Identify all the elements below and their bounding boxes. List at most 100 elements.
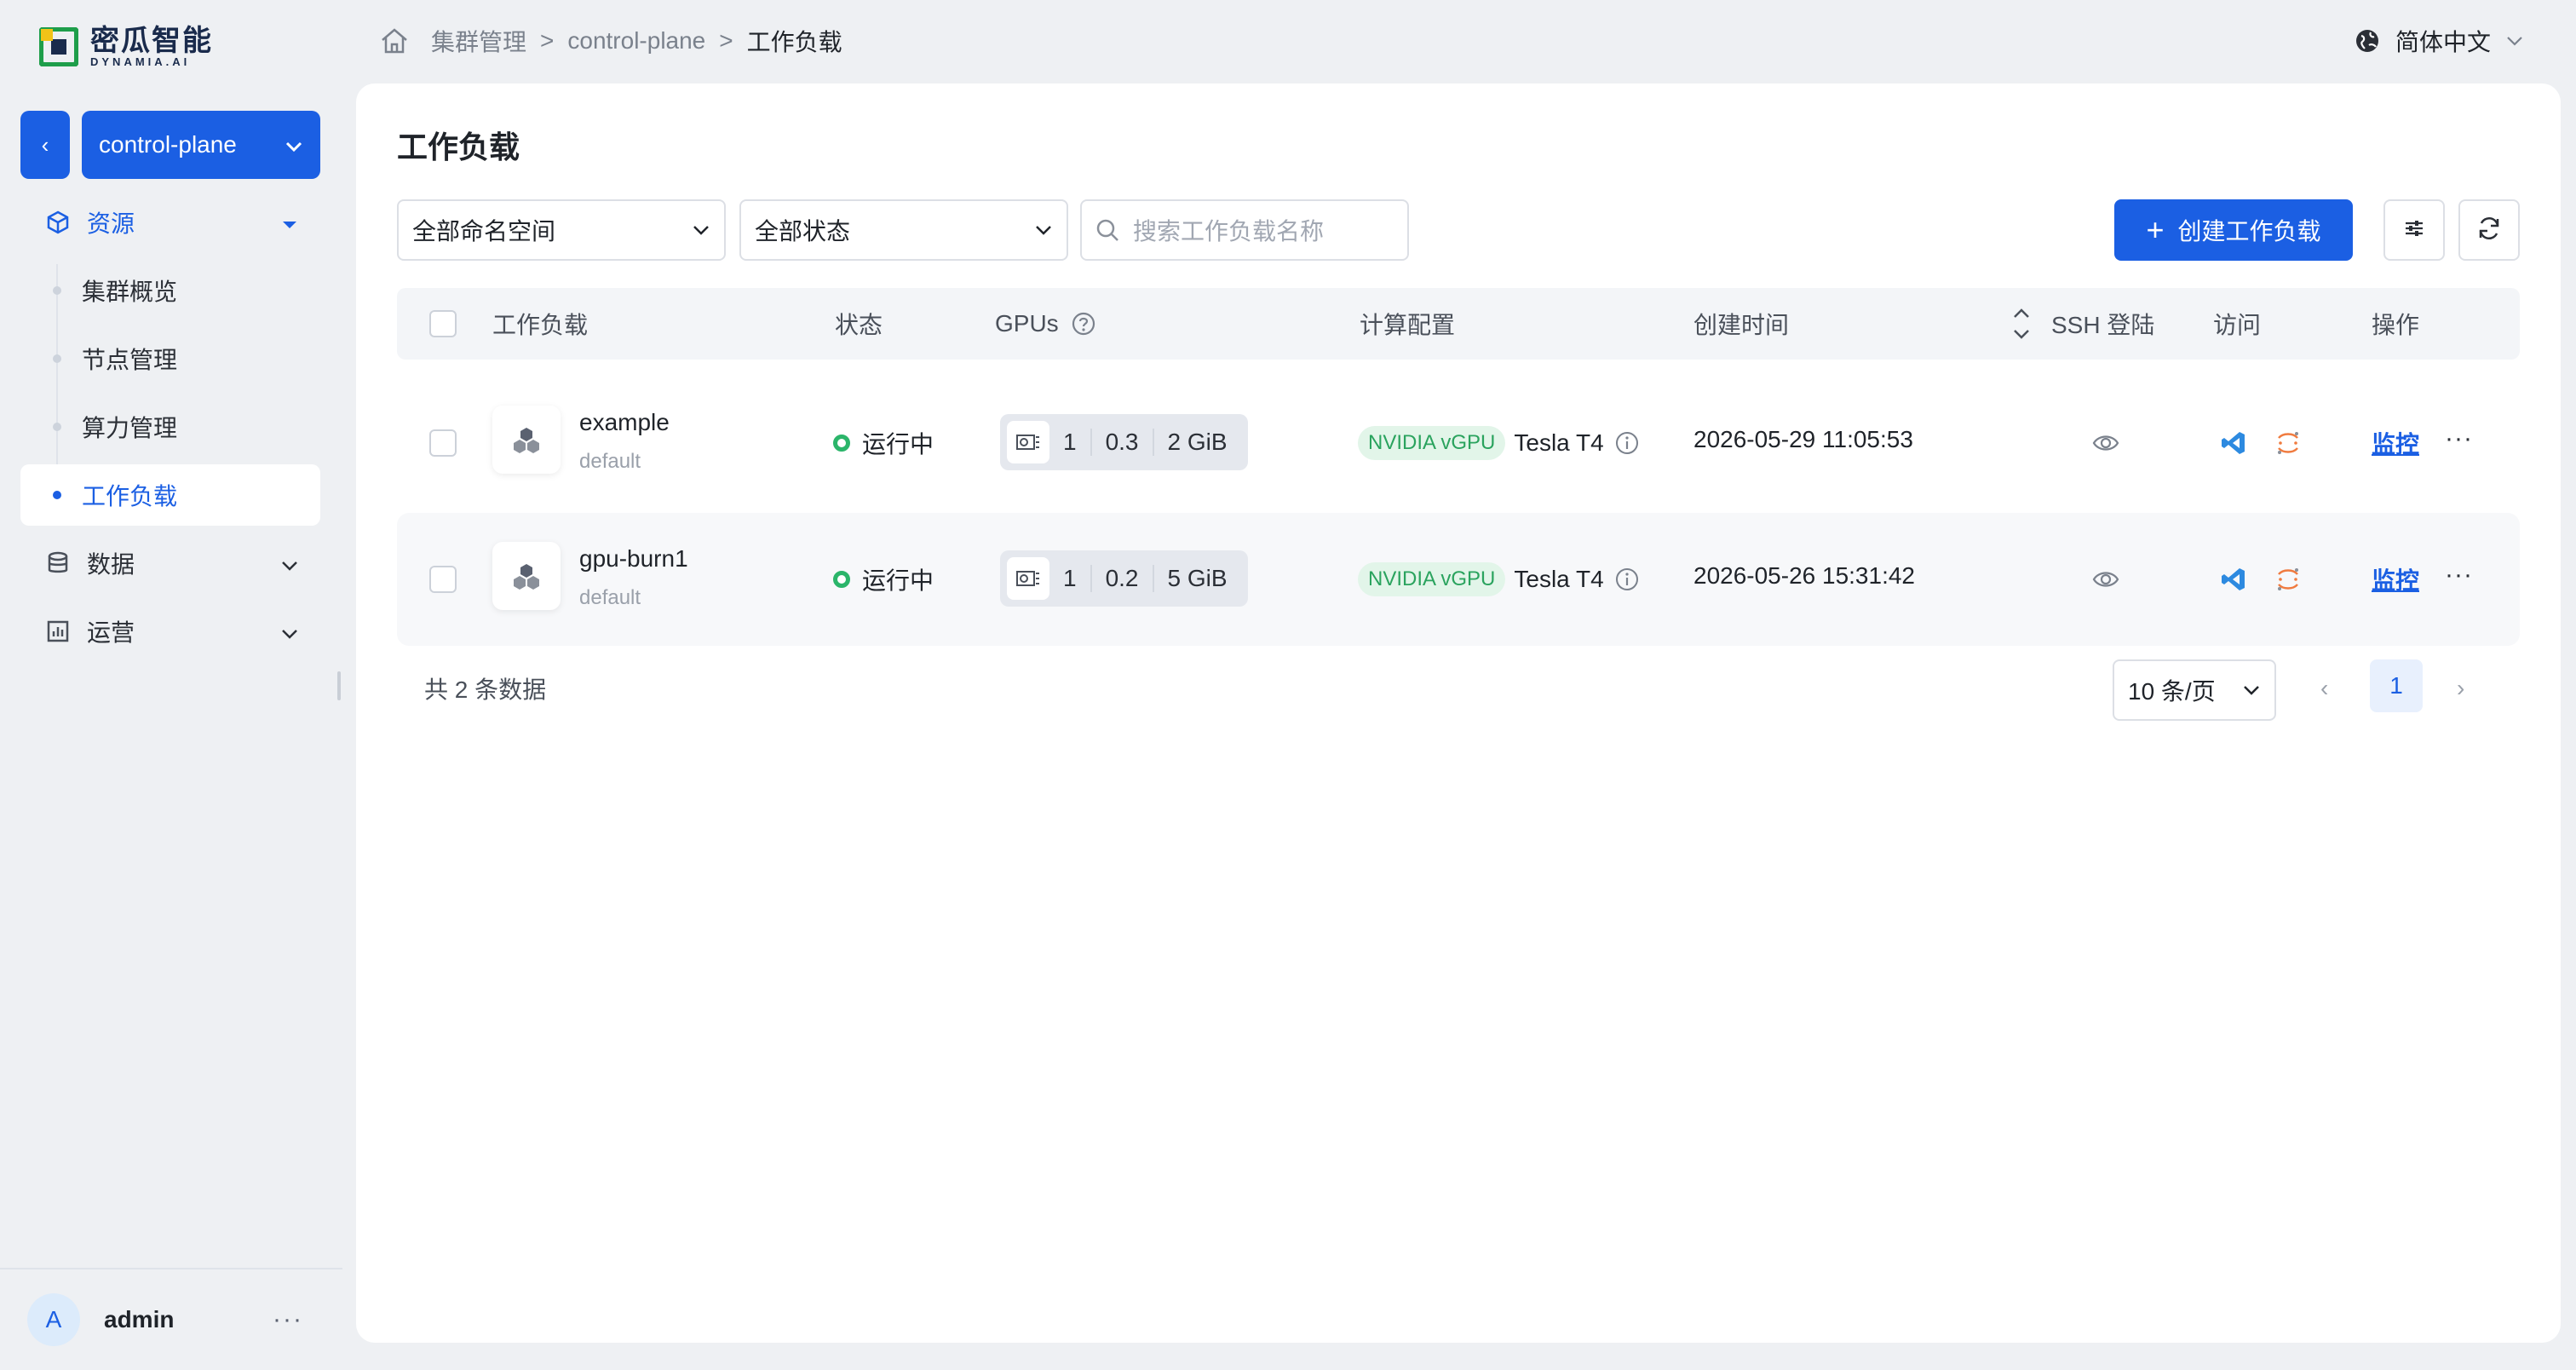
compute-config-cell: NVIDIA vGPU Tesla T4 (1358, 562, 1640, 596)
brand-logo[interactable]: 密瓜智能 DYNAMIA.AI (38, 25, 213, 68)
column-settings-button[interactable] (2383, 199, 2445, 261)
column-header: 状态 (835, 312, 883, 338)
sidebar-resize-handle[interactable] (337, 671, 341, 700)
vscode-icon[interactable] (2220, 566, 2247, 593)
status-running-icon (833, 435, 850, 452)
status-running-icon (833, 571, 850, 588)
status-text: 运行中 (862, 567, 934, 594)
eye-icon[interactable] (2092, 429, 2119, 457)
gpu-allocation: 1 0.2 5 GiB (1000, 550, 1248, 607)
vscode-icon[interactable] (2220, 429, 2247, 457)
row-checkbox[interactable] (429, 429, 457, 457)
brand-name-en: DYNAMIA.AI (90, 55, 191, 68)
bar-chart-icon (46, 619, 72, 643)
sidebar-item-node-management[interactable]: 节点管理 (20, 328, 320, 389)
logo-mark-icon (38, 26, 79, 67)
namespace-filter[interactable]: 全部命名空间 (397, 199, 726, 261)
sidebar-group-resources[interactable]: 资源 (20, 195, 320, 250)
workload-namespace: default (579, 586, 641, 609)
row-more-icon[interactable]: ··· (2445, 561, 2473, 590)
select-all-checkbox[interactable] (429, 310, 457, 337)
create-workload-button[interactable]: + 创建工作负载 (2114, 199, 2353, 261)
sidebar: 密瓜智能 DYNAMIA.AI ‹ control-plane 资源 集群概览 … (0, 0, 342, 1370)
chevron-down-icon (692, 224, 710, 236)
table-row: gpu-burn1 default 运行中 1 0.2 5 GiB NVIDIA… (397, 513, 2520, 646)
status-filter-value: 全部状态 (755, 218, 851, 245)
search-input[interactable]: 搜索工作负载名称 (1080, 199, 1409, 261)
user-more-icon[interactable]: ··· (273, 1305, 303, 1334)
sidebar-group-label: 数据 (87, 551, 135, 578)
info-icon[interactable] (1614, 430, 1640, 456)
workload-name[interactable]: gpu-burn1 (579, 545, 688, 573)
info-icon[interactable] (1614, 567, 1640, 592)
breadcrumb-item[interactable]: 集群管理 (431, 24, 526, 58)
refresh-button[interactable] (2458, 199, 2520, 261)
chevron-left-icon: ‹ (41, 131, 49, 158)
compute-config-cell: NVIDIA vGPU Tesla T4 (1358, 426, 1640, 460)
chevron-down-icon (1034, 224, 1053, 236)
chevron-down-icon (2242, 684, 2261, 696)
column-header-gpus: GPUs (995, 288, 1096, 360)
jupyter-icon[interactable] (2274, 429, 2302, 457)
language-label: 简体中文 (2395, 29, 2491, 55)
table-header: 工作负载 状态 GPUs 计算配置 创建时间 SSH 登陆 访问 操作 (397, 288, 2520, 360)
column-header: 操作 (2372, 312, 2420, 338)
namespace-filter-value: 全部命名空间 (412, 218, 556, 245)
sidebar-item-cluster-overview[interactable]: 集群概览 (20, 260, 320, 321)
eye-icon[interactable] (2092, 566, 2119, 593)
cube-icon (46, 210, 72, 234)
workload-namespace: default (579, 450, 641, 473)
breadcrumb-item[interactable]: control-plane (567, 27, 705, 55)
column-header: 创建时间 (1693, 312, 1790, 338)
gpu-count: 1 (1049, 429, 1092, 456)
page-number-current[interactable]: 1 (2370, 659, 2423, 712)
vendor-badge: NVIDIA vGPU (1358, 562, 1506, 596)
sidebar-group-operations[interactable]: 运营 (20, 604, 320, 659)
database-icon (46, 551, 72, 575)
chevron-down-icon (281, 550, 298, 577)
gpu-memory: 2 GiB (1167, 429, 1228, 455)
status-text: 运行中 (862, 431, 934, 458)
cluster-back-button[interactable]: ‹ (20, 111, 70, 179)
row-checkbox[interactable] (429, 566, 457, 593)
page-title: 工作负载 (397, 130, 520, 164)
sidebar-item-compute-management[interactable]: 算力管理 (20, 396, 320, 458)
gpu-count: 1 (1049, 565, 1092, 592)
monitor-link[interactable]: 监控 (2372, 426, 2419, 460)
home-icon[interactable] (380, 27, 409, 55)
status-filter[interactable]: 全部状态 (739, 199, 1068, 261)
sidebar-item-label: 算力管理 (82, 415, 178, 441)
sort-icon[interactable] (2012, 288, 2031, 360)
next-page-button[interactable]: › (2457, 675, 2464, 702)
workload-name[interactable]: example (579, 409, 670, 436)
workload-icon (492, 406, 561, 474)
chevron-down-icon (281, 618, 298, 645)
gpu-model: Tesla T4 (1514, 429, 1604, 456)
help-icon[interactable] (1071, 311, 1096, 337)
jupyter-icon[interactable] (2274, 566, 2302, 593)
cluster-select-value: control-plane (99, 131, 237, 158)
row-more-icon[interactable]: ··· (2445, 424, 2473, 453)
column-header: 访问 (2213, 312, 2262, 338)
avatar[interactable]: A (27, 1293, 80, 1346)
gpu-allocation: 1 0.3 2 GiB (1000, 414, 1248, 470)
globe-icon (2355, 28, 2380, 54)
sidebar-item-label: 节点管理 (82, 347, 178, 373)
monitor-link[interactable]: 监控 (2372, 562, 2419, 596)
language-switcher[interactable]: 简体中文 (2355, 24, 2523, 58)
cluster-select[interactable]: control-plane (82, 111, 320, 179)
gpu-model: Tesla T4 (1514, 566, 1604, 592)
brand-name-cn: 密瓜智能 (90, 25, 213, 57)
page-size-select[interactable]: 10 条/页 (2113, 659, 2276, 721)
prev-page-button[interactable]: ‹ (2320, 675, 2328, 702)
gpu-card-icon (1007, 421, 1049, 463)
sidebar-item-label: 集群概览 (82, 279, 178, 305)
sidebar-item-label: 工作负载 (82, 483, 178, 509)
search-placeholder: 搜索工作负载名称 (1133, 218, 1325, 245)
sidebar-item-workloads[interactable]: 工作负载 (20, 464, 320, 526)
breadcrumb-separator: > (540, 27, 555, 54)
column-header-label: GPUs (995, 310, 1059, 337)
column-header: SSH 登陆 (2051, 312, 2155, 338)
sidebar-group-data[interactable]: 数据 (20, 536, 320, 590)
created-time: 2026-05-26 15:31:42 (1693, 562, 1915, 589)
